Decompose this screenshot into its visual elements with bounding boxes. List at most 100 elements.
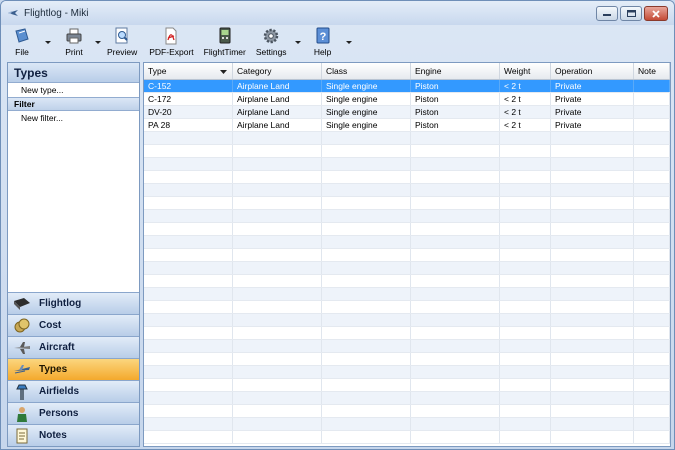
table-cell: Single engine <box>322 80 411 92</box>
nav-aircraft[interactable]: Aircraft <box>8 336 139 358</box>
sidebar-title: Types <box>8 63 139 83</box>
table-row[interactable]: C-152 Airplane Land Single engine Piston… <box>144 80 670 93</box>
empty-table-cell <box>634 197 670 209</box>
column-header-category[interactable]: Category <box>233 63 322 79</box>
help-icon: ? <box>314 27 332 45</box>
app-window: Flightlog - Miki File Print Preview PDF-… <box>0 0 675 450</box>
empty-table-cell <box>233 184 322 196</box>
empty-table-row <box>144 340 670 353</box>
file-button[interactable]: File <box>13 25 31 61</box>
settings-dropdown-icon[interactable] <box>294 41 301 45</box>
empty-table-cell <box>233 418 322 430</box>
empty-table-cell <box>551 379 634 391</box>
empty-table-cell <box>551 236 634 248</box>
column-header-engine[interactable]: Engine <box>411 63 500 79</box>
column-header-class[interactable]: Class <box>322 63 411 79</box>
empty-table-cell <box>144 262 233 274</box>
empty-table-cell <box>233 132 322 144</box>
empty-table-cell <box>551 275 634 287</box>
empty-table-cell <box>551 197 634 209</box>
empty-table-cell <box>322 184 411 196</box>
preview-button[interactable]: Preview <box>107 25 137 61</box>
empty-table-cell <box>233 379 322 391</box>
flighttimer-button[interactable]: FlightTimer <box>204 25 246 61</box>
empty-table-cell <box>551 288 634 300</box>
empty-table-cell <box>634 314 670 326</box>
empty-table-row <box>144 262 670 275</box>
empty-table-cell <box>551 353 634 365</box>
empty-table-row <box>144 145 670 158</box>
title-bar: Flightlog - Miki <box>1 1 674 25</box>
empty-table-cell <box>500 210 551 222</box>
empty-table-row <box>144 275 670 288</box>
column-header-operation[interactable]: Operation <box>551 63 634 79</box>
empty-table-cell <box>233 327 322 339</box>
nav-types[interactable]: Types <box>8 358 139 380</box>
table-cell: Single engine <box>322 119 411 131</box>
table-row[interactable]: DV-20 Airplane Land Single engine Piston… <box>144 106 670 119</box>
empty-table-cell <box>322 314 411 326</box>
empty-table-cell <box>233 405 322 417</box>
table-cell: Piston <box>411 80 500 92</box>
table-cell: Piston <box>411 106 500 118</box>
empty-table-cell <box>411 223 500 235</box>
nav-airfields[interactable]: Airfields <box>8 380 139 402</box>
table-cell: < 2 t <box>500 80 551 92</box>
print-dropdown-icon[interactable] <box>95 41 101 45</box>
nav-notes[interactable]: Notes <box>8 424 139 446</box>
gear-icon <box>262 27 280 45</box>
close-button[interactable] <box>644 6 668 21</box>
table-cell: C-172 <box>144 93 233 105</box>
column-header-weight[interactable]: Weight <box>500 63 551 79</box>
nav-flightlog[interactable]: Flightlog <box>8 292 139 314</box>
empty-table-cell <box>634 431 670 443</box>
empty-table-cell <box>551 366 634 378</box>
empty-table-cell <box>500 249 551 261</box>
empty-table-cell <box>233 145 322 157</box>
empty-table-cell <box>634 145 670 157</box>
empty-table-cell <box>411 249 500 261</box>
table-row[interactable]: C-172 Airplane Land Single engine Piston… <box>144 93 670 106</box>
empty-table-row <box>144 197 670 210</box>
minimize-button[interactable] <box>596 6 618 21</box>
empty-table-cell <box>322 379 411 391</box>
column-header-note[interactable]: Note <box>634 63 670 79</box>
new-filter-link[interactable]: New filter... <box>8 111 139 125</box>
nav-cost[interactable]: Cost <box>8 314 139 336</box>
empty-table-cell <box>233 275 322 287</box>
help-dropdown-icon[interactable] <box>345 41 352 45</box>
pdf-export-button[interactable]: PDF-Export <box>149 25 194 61</box>
table-row[interactable]: PA 28 Airplane Land Single engine Piston… <box>144 119 670 132</box>
file-dropdown-icon[interactable] <box>45 41 51 45</box>
empty-table-cell <box>551 392 634 404</box>
help-button[interactable]: ? Help <box>314 25 332 61</box>
print-button[interactable]: Print <box>65 25 83 61</box>
file-label: File <box>15 47 29 57</box>
empty-table-cell <box>634 249 670 261</box>
settings-button[interactable]: Settings <box>256 25 287 61</box>
empty-table-cell <box>551 158 634 170</box>
table-cell: < 2 t <box>500 119 551 131</box>
nav-persons[interactable]: Persons <box>8 402 139 424</box>
empty-table-cell <box>144 327 233 339</box>
maximize-button[interactable] <box>620 6 642 21</box>
empty-table-row <box>144 314 670 327</box>
empty-table-cell <box>500 405 551 417</box>
empty-table-cell <box>411 327 500 339</box>
empty-table-cell <box>411 379 500 391</box>
empty-table-cell <box>634 392 670 404</box>
settings-label: Settings <box>255 47 287 57</box>
empty-table-cell <box>634 405 670 417</box>
empty-table-cell <box>322 132 411 144</box>
new-type-link[interactable]: New type... <box>8 83 139 97</box>
column-header-type[interactable]: Type <box>144 63 233 79</box>
nav-flightlog-label: Flightlog <box>39 298 82 309</box>
empty-table-cell <box>144 366 233 378</box>
empty-table-cell <box>144 314 233 326</box>
empty-table-cell <box>144 431 233 443</box>
empty-table-cell <box>322 431 411 443</box>
empty-table-cell <box>322 340 411 352</box>
empty-table-row <box>144 210 670 223</box>
empty-table-cell <box>144 392 233 404</box>
notes-icon <box>13 428 31 444</box>
